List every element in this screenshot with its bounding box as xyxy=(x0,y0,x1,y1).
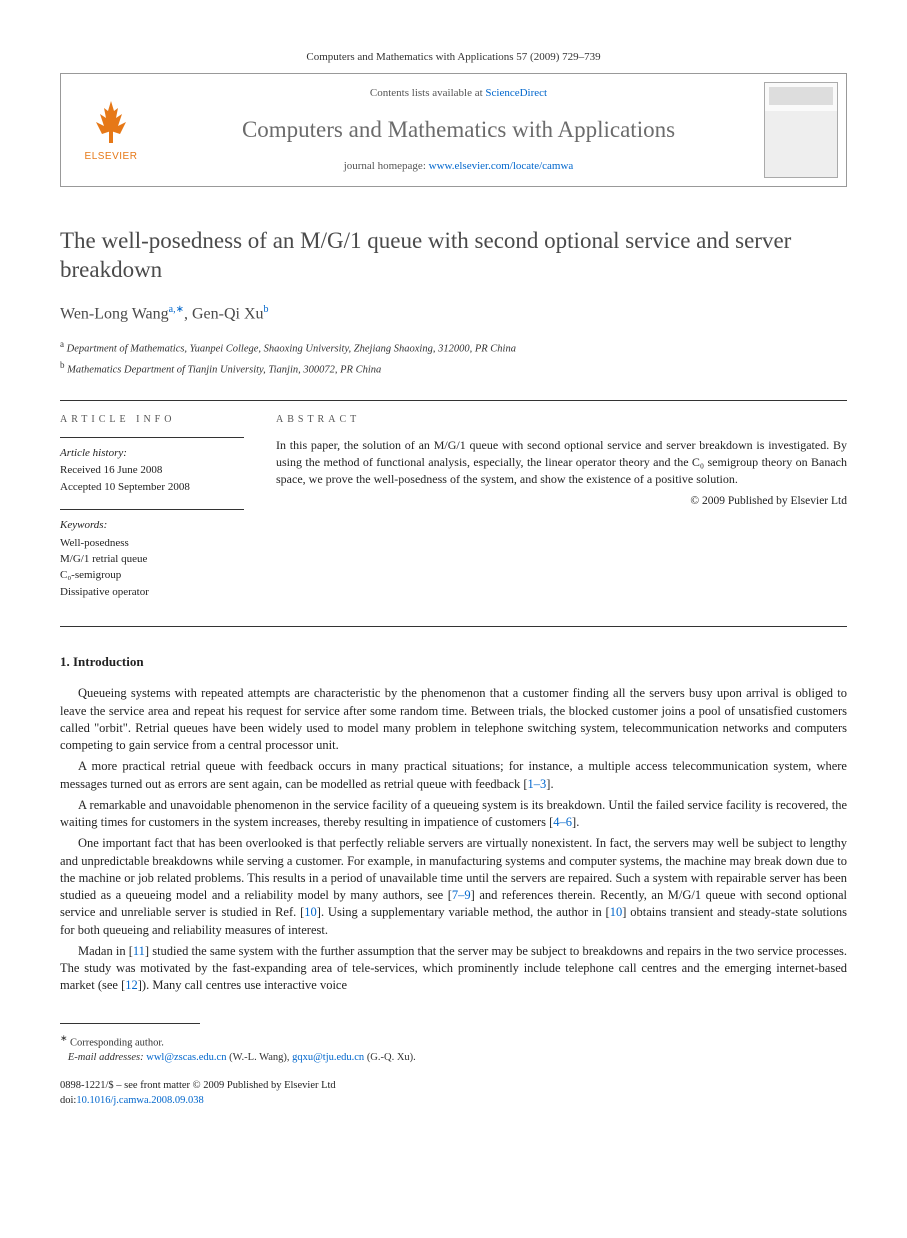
article-title: The well-posedness of an M/G/1 queue wit… xyxy=(60,227,847,285)
info-abstract-row: ARTICLE INFO Article history: Received 1… xyxy=(60,400,847,627)
journal-cover-thumb xyxy=(764,82,838,178)
ref-link[interactable]: 1–3 xyxy=(528,777,547,791)
received-line: Received 16 June 2008 xyxy=(60,463,244,478)
citation-line: Computers and Mathematics with Applicati… xyxy=(60,50,847,65)
history-title: Article history: xyxy=(60,446,244,461)
affiliation-a: a Department of Mathematics, Yuanpei Col… xyxy=(60,338,847,357)
footnote-separator xyxy=(60,1023,200,1024)
homepage-line: journal homepage: www.elsevier.com/locat… xyxy=(171,159,746,174)
keyword-item: M/G/1 retrial queue xyxy=(60,552,244,567)
ref-link[interactable]: 10 xyxy=(304,905,317,919)
author-1: Wen-Long Wang xyxy=(60,305,169,322)
ref-link[interactable]: 11 xyxy=(133,944,145,958)
abstract-copyright: © 2009 Published by Elsevier Ltd xyxy=(276,493,847,509)
ref-link[interactable]: 4–6 xyxy=(553,815,572,829)
journal-name: Computers and Mathematics with Applicati… xyxy=(171,114,746,146)
author-2-affil: b xyxy=(264,304,269,315)
homepage-prefix: journal homepage: xyxy=(344,160,429,172)
corresponding-author-note: ∗ Corresponding author. xyxy=(60,1032,847,1051)
abstract-label: ABSTRACT xyxy=(276,413,847,427)
front-matter-line: 0898-1221/$ – see front matter © 2009 Pu… xyxy=(60,1079,847,1094)
keyword-item: Well-posedness xyxy=(60,536,244,551)
publisher-logo-cell: ELSEVIER xyxy=(61,74,161,186)
journal-header: ELSEVIER Contents lists available at Sci… xyxy=(60,73,847,187)
article-info-label: ARTICLE INFO xyxy=(60,413,244,427)
contents-available-line: Contents lists available at ScienceDirec… xyxy=(171,86,746,101)
intro-para-1: Queueing systems with repeated attempts … xyxy=(60,685,847,754)
abstract-text: In this paper, the solution of an M/G/1 … xyxy=(276,437,847,487)
doi-block: 0898-1221/$ – see front matter © 2009 Pu… xyxy=(60,1079,847,1108)
publisher-name: ELSEVIER xyxy=(85,150,138,164)
section-1-heading: 1. Introduction xyxy=(60,653,847,671)
email-footnote: E-mail addresses: wwl@zscas.edu.cn (W.-L… xyxy=(60,1051,847,1066)
affiliations: a Department of Mathematics, Yuanpei Col… xyxy=(60,338,847,378)
author-line: Wen-Long Wanga,∗, Gen-Qi Xub xyxy=(60,303,847,326)
keywords-title: Keywords: xyxy=(60,518,244,533)
doi-line: doi:10.1016/j.camwa.2008.09.038 xyxy=(60,1094,847,1109)
elsevier-tree-icon xyxy=(86,96,136,146)
keyword-item: C₀-semigroup xyxy=(60,568,244,583)
intro-para-2: A more practical retrial queue with feed… xyxy=(60,758,847,793)
contents-prefix: Contents lists available at xyxy=(370,87,485,99)
author-2: , Gen-Qi Xu xyxy=(184,305,264,322)
cover-thumb-cell xyxy=(756,74,846,186)
keyword-item: Dissipative operator xyxy=(60,585,244,600)
article-info-column: ARTICLE INFO Article history: Received 1… xyxy=(60,401,260,626)
keywords-block: Keywords: Well-posedness M/G/1 retrial q… xyxy=(60,509,244,600)
article-history-block: Article history: Received 16 June 2008 A… xyxy=(60,437,244,495)
ref-link[interactable]: 7–9 xyxy=(452,888,471,902)
ref-link[interactable]: 12 xyxy=(125,978,138,992)
sciencedirect-link[interactable]: ScienceDirect xyxy=(485,87,547,99)
accepted-line: Accepted 10 September 2008 xyxy=(60,480,244,495)
doi-link[interactable]: 10.1016/j.camwa.2008.09.038 xyxy=(76,1095,203,1106)
header-center: Contents lists available at ScienceDirec… xyxy=(161,74,756,186)
ref-link[interactable]: 10 xyxy=(610,905,623,919)
author-1-affil: a,∗ xyxy=(169,304,184,315)
email-link-2[interactable]: gqxu@tju.edu.cn xyxy=(292,1052,364,1063)
affiliation-b: b Mathematics Department of Tianjin Univ… xyxy=(60,359,847,378)
intro-para-4: One important fact that has been overloo… xyxy=(60,835,847,939)
homepage-link[interactable]: www.elsevier.com/locate/camwa xyxy=(429,160,574,172)
abstract-column: ABSTRACT In this paper, the solution of … xyxy=(260,401,847,626)
email-link-1[interactable]: wwl@zscas.edu.cn xyxy=(146,1052,226,1063)
intro-para-5: Madan in [11] studied the same system wi… xyxy=(60,943,847,995)
email-label: E-mail addresses: xyxy=(68,1052,144,1063)
intro-para-3: A remarkable and unavoidable phenomenon … xyxy=(60,797,847,832)
